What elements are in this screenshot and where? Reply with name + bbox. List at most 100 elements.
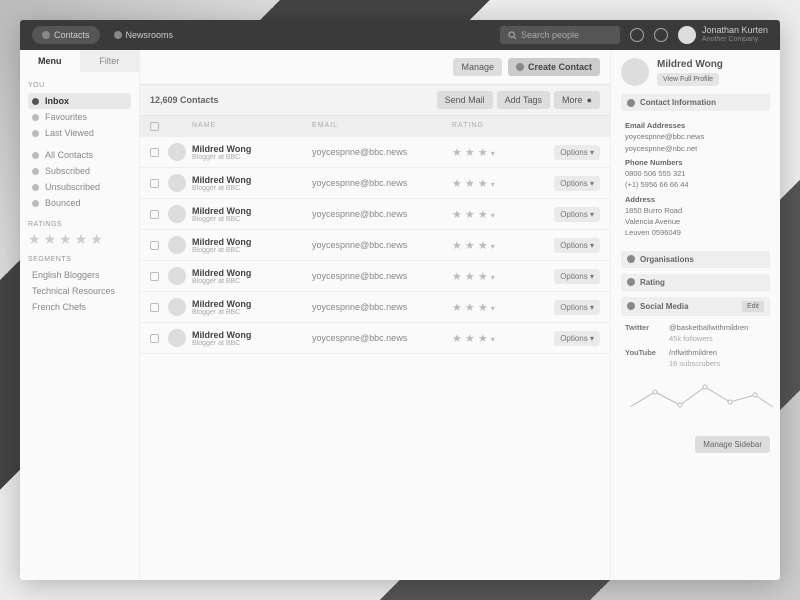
section-header[interactable]: Organisations: [621, 251, 770, 268]
contact-rating[interactable]: ★ ★ ★ ▾: [452, 270, 532, 283]
user-name: Jonathan Kurten: [702, 26, 768, 36]
sidebar-item-label: Inbox: [45, 96, 69, 106]
contact-rating[interactable]: ★ ★ ★ ▾: [452, 239, 532, 252]
row-checkbox[interactable]: [150, 334, 159, 343]
profile-name: Mildred Wong: [657, 59, 723, 70]
column-email[interactable]: EMAIL: [312, 122, 452, 131]
dot-icon: [114, 31, 122, 39]
contact-rating[interactable]: ★ ★ ★ ▾: [452, 301, 532, 314]
section-header[interactable]: Rating: [621, 274, 770, 291]
user-info[interactable]: Jonathan Kurten Another Company: [702, 26, 768, 44]
table-row[interactable]: Mildred WongBlogger at BBCyoycespnne@bbc…: [140, 323, 610, 354]
options-button[interactable]: Options ▾: [554, 238, 600, 253]
row-checkbox[interactable]: [150, 241, 159, 250]
social-chart: [625, 377, 775, 417]
options-button[interactable]: Options ▾: [554, 207, 600, 222]
tab-filter[interactable]: Filter: [80, 50, 140, 72]
row-checkbox[interactable]: [150, 179, 159, 188]
column-rating[interactable]: RATING: [452, 122, 532, 131]
notifications-icon[interactable]: [654, 28, 668, 42]
row-checkbox[interactable]: [150, 272, 159, 281]
sidebar-item-segment[interactable]: Technical Resources: [28, 283, 131, 299]
help-icon[interactable]: [630, 28, 644, 42]
nav-contacts[interactable]: Contacts: [32, 26, 100, 44]
sidebar-header-you: YOU: [28, 82, 131, 89]
select-all-checkbox[interactable]: [150, 122, 159, 131]
sidebar-item-all-contacts[interactable]: All Contacts: [28, 147, 131, 163]
section-social: Social MediaEdit Twitter @basketballwith…: [621, 297, 770, 426]
tab-menu[interactable]: Menu: [20, 50, 80, 72]
search-input[interactable]: Search people: [500, 26, 620, 44]
app-window: Contacts Newsrooms Search people Jonatha…: [20, 20, 780, 580]
sidebar-item-last-viewed[interactable]: Last Viewed: [28, 125, 131, 141]
nav-label: Newsrooms: [126, 30, 174, 40]
topbar: Contacts Newsrooms Search people Jonatha…: [20, 20, 780, 50]
dot-icon: [32, 168, 39, 175]
sidebar-item-label: Subscribed: [45, 166, 90, 176]
sidebar-item-label: All Contacts: [45, 150, 93, 160]
row-checkbox[interactable]: [150, 303, 159, 312]
sidebar-item-favourites[interactable]: Favourites: [28, 109, 131, 125]
options-button[interactable]: Options ▾: [554, 300, 600, 315]
edit-button[interactable]: Edit: [742, 301, 764, 312]
sidebar-item-inbox[interactable]: Inbox: [28, 93, 131, 109]
detail-panel: Mildred Wong View Full Profile Contact I…: [610, 50, 780, 580]
address-line: 1850 Burro Road: [625, 205, 766, 216]
row-checkbox[interactable]: [150, 210, 159, 219]
rating-filter[interactable]: ★★★★★: [28, 232, 131, 246]
contact-name: Mildred Wong: [192, 144, 312, 154]
nav-newsrooms[interactable]: Newsrooms: [104, 26, 184, 44]
content-toolbar: Manage Create Contact: [140, 50, 610, 84]
table-row[interactable]: Mildred WongBlogger at BBCyoycespnne@bbc…: [140, 261, 610, 292]
section-header[interactable]: Social MediaEdit: [621, 297, 770, 316]
contact-subtitle: Blogger at BBC: [192, 247, 312, 254]
topbar-nav: Contacts Newsrooms: [32, 26, 183, 44]
contact-rating[interactable]: ★ ★ ★ ▾: [452, 177, 532, 190]
row-checkbox[interactable]: [150, 148, 159, 157]
dot-icon: [627, 302, 635, 310]
more-button[interactable]: More ●: [554, 91, 600, 109]
options-button[interactable]: Options ▾: [554, 176, 600, 191]
sidebar-item-unsubscribed[interactable]: Unsubscribed: [28, 179, 131, 195]
avatar: [168, 329, 186, 347]
contact-rating[interactable]: ★ ★ ★ ▾: [452, 208, 532, 221]
create-contact-button[interactable]: Create Contact: [508, 58, 600, 76]
options-button[interactable]: Options ▾: [554, 145, 600, 160]
sidebar-item-label: French Chefs: [32, 302, 86, 312]
table-row[interactable]: Mildred WongBlogger at BBCyoycespnne@bbc…: [140, 137, 610, 168]
table-row[interactable]: Mildred WongBlogger at BBCyoycespnne@bbc…: [140, 168, 610, 199]
dot-icon: ●: [587, 95, 592, 105]
plus-icon: [516, 63, 524, 71]
sidebar: Menu Filter YOU Inbox Favourites Last Vi…: [20, 50, 140, 580]
nav-label: Contacts: [54, 30, 90, 40]
contact-rating[interactable]: ★ ★ ★ ▾: [452, 146, 532, 159]
sidebar-item-segment[interactable]: English Bloggers: [28, 267, 131, 283]
manage-sidebar-button[interactable]: Manage Sidebar: [695, 436, 770, 453]
add-tags-button[interactable]: Add Tags: [497, 91, 550, 109]
button-label: More: [562, 95, 583, 105]
sidebar-item-subscribed[interactable]: Subscribed: [28, 163, 131, 179]
manage-button[interactable]: Manage: [453, 58, 502, 76]
search-placeholder: Search people: [521, 30, 579, 40]
avatar[interactable]: [678, 26, 696, 44]
contact-name: Mildred Wong: [192, 268, 312, 278]
dot-icon: [627, 278, 635, 286]
view-profile-button[interactable]: View Full Profile: [657, 73, 719, 86]
social-handle[interactable]: /nflwithmildren: [669, 347, 720, 358]
table-row[interactable]: Mildred WongBlogger at BBCyoycespnne@bbc…: [140, 292, 610, 323]
content: Manage Create Contact 12,609 Contacts Se…: [140, 50, 610, 580]
column-name[interactable]: NAME: [192, 122, 312, 131]
sidebar-tabs: Menu Filter: [20, 50, 139, 72]
contact-rating[interactable]: ★ ★ ★ ▾: [452, 332, 532, 345]
social-handle[interactable]: @basketballwithmildren: [669, 322, 748, 333]
send-mail-button[interactable]: Send Mail: [437, 91, 493, 109]
sidebar-item-label: Bounced: [45, 198, 81, 208]
sidebar-item-bounced[interactable]: Bounced: [28, 195, 131, 211]
options-button[interactable]: Options ▾: [554, 269, 600, 284]
options-button[interactable]: Options ▾: [554, 331, 600, 346]
table-row[interactable]: Mildred WongBlogger at BBCyoycespnne@bbc…: [140, 199, 610, 230]
section-header[interactable]: Contact Information: [621, 94, 770, 111]
table-row[interactable]: Mildred WongBlogger at BBCyoycespnne@bbc…: [140, 230, 610, 261]
contact-subtitle: Blogger at BBC: [192, 185, 312, 192]
sidebar-item-segment[interactable]: French Chefs: [28, 299, 131, 315]
